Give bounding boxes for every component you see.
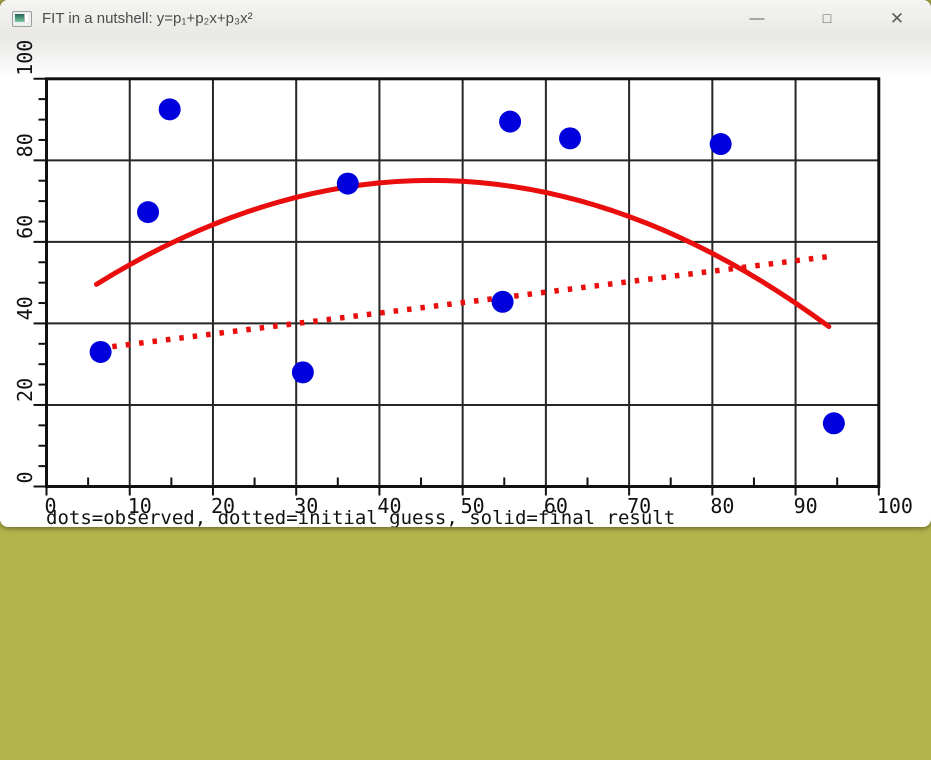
data-point [492,291,514,313]
data-point [499,111,521,133]
app-window-icon [12,11,32,27]
fit-plot: 0102030405060708090100020406080100dots=o… [0,37,931,527]
data-point [292,361,314,383]
y-tick-label: 60 [13,215,37,239]
fit-plot-window-title: FIT in a nutshell: y=p₁+p₂x+p₃x² [42,10,253,27]
y-tick-label: 0 [13,471,37,483]
desktop: { "window1": { "title": "Residual = 25.4… [0,0,931,760]
y-tick-label: 80 [13,133,37,157]
maximize-button[interactable]: □ [812,0,842,37]
x-tick-label: 100 [877,494,913,518]
initial-guess-line [99,257,829,349]
fit-plot-window: FIT in a nutshell: y=p₁+p₂x+p₃x² — □ ✕ 0… [0,0,931,527]
data-point [137,201,159,223]
data-point [559,127,581,149]
data-point [90,341,112,363]
x-tick-label: 90 [794,494,818,518]
close-button[interactable]: ✕ [882,0,912,37]
fit-plot-window-titlebar[interactable]: FIT in a nutshell: y=p₁+p₂x+p₃x² [0,0,931,37]
plot-caption: dots=observed, dotted=initial guess, sol… [46,507,675,527]
y-tick-label: 100 [13,40,37,76]
minimize-button[interactable]: — [742,0,772,37]
y-tick-label: 40 [13,296,37,320]
data-point [337,173,359,195]
y-tick-label: 20 [13,378,37,402]
data-point [710,133,732,155]
data-point [159,98,181,120]
x-tick-label: 80 [710,494,734,518]
data-point [823,412,845,434]
